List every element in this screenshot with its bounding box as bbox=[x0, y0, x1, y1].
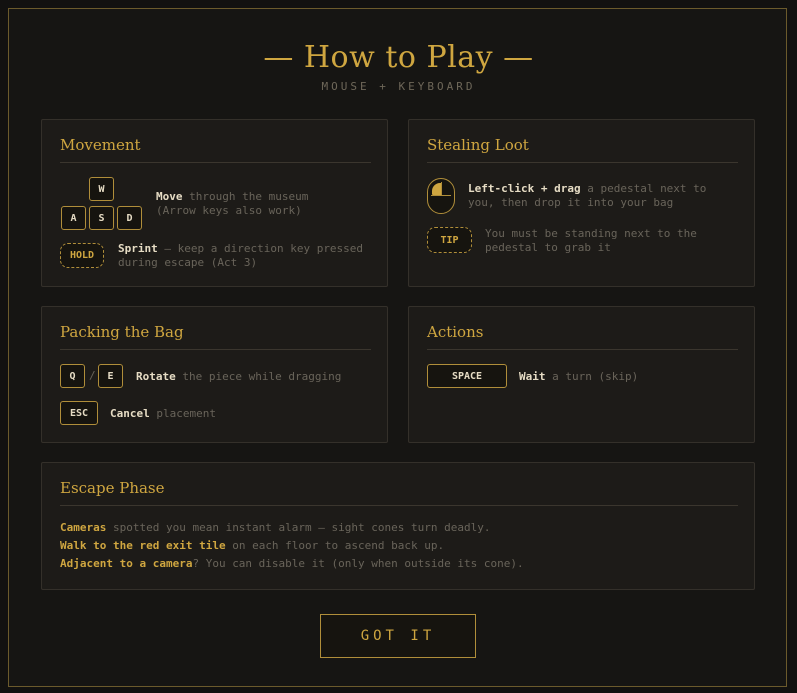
page-subtitle: MOUSE + KEYBOARD bbox=[321, 80, 476, 93]
escape-line-cameras: Cameras spotted you mean instant alarm —… bbox=[60, 521, 491, 534]
stealing-loot-card: Stealing Loot Left-click + drag a pedest… bbox=[408, 119, 755, 287]
tip-description: You must be standing next to the pedesta… bbox=[485, 227, 697, 254]
packing-bag-card: Packing the Bag Q / E Rotate the piece w… bbox=[41, 306, 388, 443]
actions-card: Actions SPACE Wait a turn (skip) bbox=[408, 306, 755, 443]
key-a: A bbox=[61, 206, 86, 230]
wait-label: Wait bbox=[519, 370, 546, 383]
escape-phase-title: Escape Phase bbox=[60, 479, 738, 506]
movement-title: Movement bbox=[60, 136, 371, 163]
escape-phase-card: Escape Phase Cameras spotted you mean in… bbox=[41, 462, 755, 590]
sprint-label: Sprint bbox=[118, 242, 158, 255]
cancel-description: Cancel placement bbox=[110, 407, 216, 420]
packing-bag-title: Packing the Bag bbox=[60, 323, 371, 350]
move-label: Move bbox=[156, 190, 183, 203]
escape-line-camera-disable: Adjacent to a camera? You can disable it… bbox=[60, 557, 524, 570]
tip-badge: TIP bbox=[427, 227, 472, 253]
key-w: W bbox=[89, 177, 114, 201]
hold-key: HOLD bbox=[60, 243, 104, 268]
cancel-label: Cancel bbox=[110, 407, 150, 420]
key-e: E bbox=[98, 364, 123, 388]
steal-action-label: Left-click + drag bbox=[468, 182, 581, 195]
page-title: — How to Play — bbox=[263, 40, 534, 75]
key-d: D bbox=[117, 206, 142, 230]
actions-title: Actions bbox=[427, 323, 738, 350]
steal-description: Left-click + drag a pedestal next to you… bbox=[468, 182, 707, 209]
key-esc: ESC bbox=[60, 401, 98, 425]
rotate-label: Rotate bbox=[136, 370, 176, 383]
mouse-left-click-icon bbox=[427, 178, 455, 214]
sprint-description: Sprint — keep a direction key pressed du… bbox=[118, 242, 364, 269]
key-s: S bbox=[89, 206, 114, 230]
key-space: SPACE bbox=[427, 364, 507, 388]
movement-card: Movement W A S D Move through the museum… bbox=[41, 119, 388, 287]
key-separator: / bbox=[89, 369, 96, 382]
wait-description: Wait a turn (skip) bbox=[519, 370, 639, 383]
key-q: Q bbox=[60, 364, 85, 388]
stealing-loot-title: Stealing Loot bbox=[427, 136, 738, 163]
rotate-description: Rotate the piece while dragging bbox=[136, 370, 342, 383]
escape-line-exit: Walk to the red exit tile on each floor … bbox=[60, 539, 445, 552]
move-description: Move through the museum (Arrow keys also… bbox=[156, 190, 309, 217]
got-it-button[interactable]: GOT IT bbox=[320, 614, 476, 658]
